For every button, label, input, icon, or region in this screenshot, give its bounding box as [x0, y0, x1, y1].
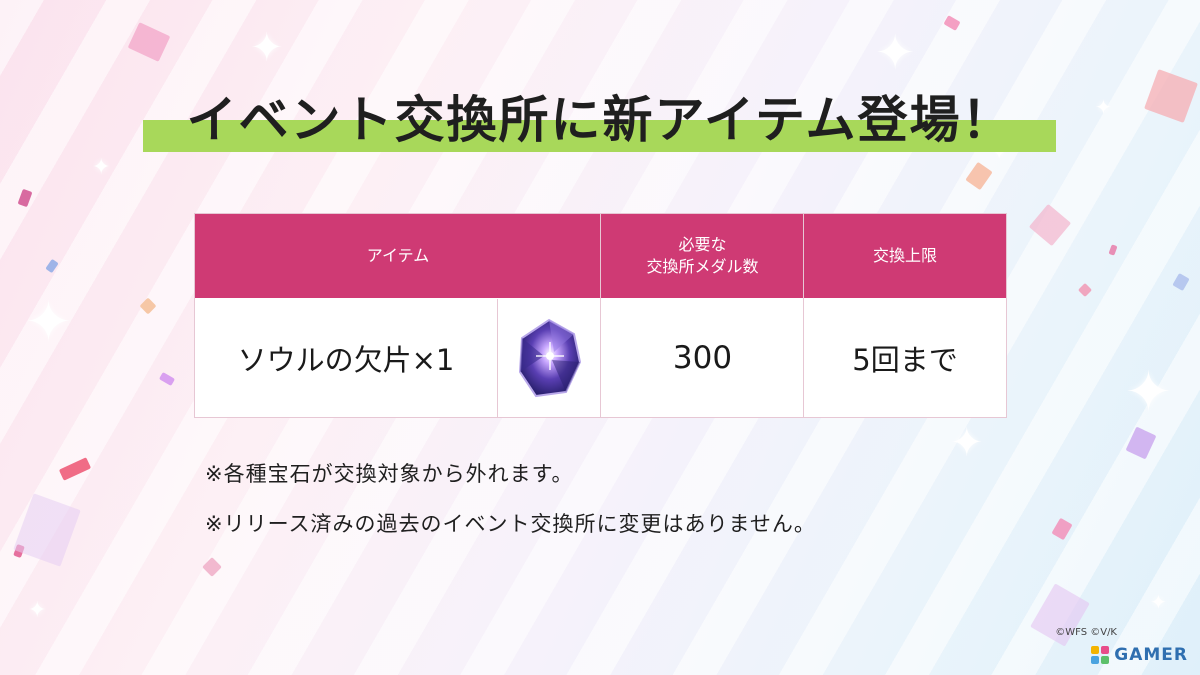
limit-value: 5回まで — [852, 343, 958, 377]
limit-cell: 5回まで — [804, 299, 1006, 417]
gamer-logo-icon — [1091, 646, 1110, 664]
medals-cell: 300 — [601, 299, 804, 417]
sparkle-icon: ✦ — [250, 25, 284, 71]
gamer-logo-text: GAMER — [1114, 645, 1188, 665]
header-medals: 必要な 交換所メダル数 — [646, 235, 759, 276]
copyright: ©WFS ©V/K — [1055, 627, 1117, 638]
item-name: ソウルの欠片×1 — [237, 343, 455, 377]
item-icon-cell — [498, 299, 600, 417]
header-item: アイテム — [366, 246, 430, 265]
item-name-cell: ソウルの欠片×1 — [195, 299, 497, 417]
exchange-table: アイテム 必要な 交換所メダル数 交換上限 ソウルの欠片×1 300 5回まで — [194, 213, 1007, 418]
sparkle-icon: ✦ — [28, 598, 47, 623]
sparkle-icon: ✦ — [25, 290, 72, 355]
sparkle-icon: ✦ — [950, 420, 984, 466]
medals-value: 300 — [672, 340, 733, 376]
sparkle-icon: ✦ — [875, 25, 916, 81]
sparkle-icon: ✦ — [1150, 590, 1167, 614]
sparkle-icon: ✦ — [1125, 360, 1172, 425]
page-title: イベント交換所に新アイテム登場！ — [186, 91, 1014, 149]
note-2: ※リリース済みの過去のイベント交換所に変更はありません。 — [205, 512, 816, 536]
gamer-logo: GAMER — [1090, 645, 1188, 665]
note-1: ※各種宝石が交換対象から外れます。 — [205, 462, 574, 486]
soul-fragment-gem-icon — [518, 318, 582, 398]
sparkle-icon: ✦ — [92, 155, 111, 180]
header-limit: 交換上限 — [872, 246, 937, 265]
